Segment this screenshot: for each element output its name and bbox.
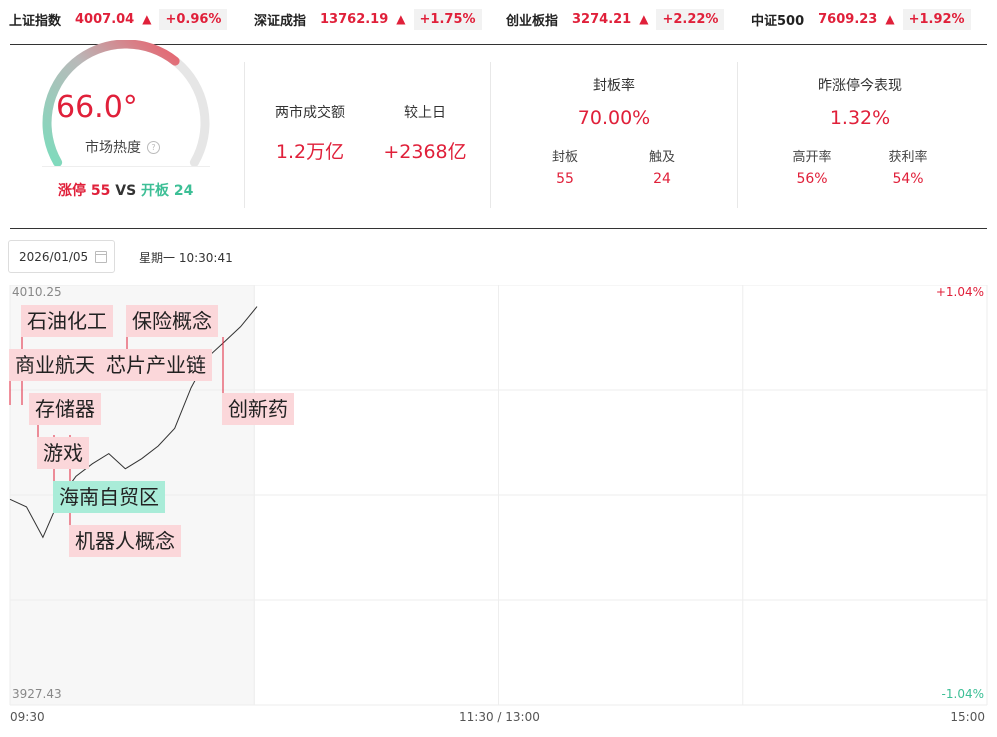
up-arrow-icon: ▲	[142, 12, 152, 26]
index-name: 创业板指	[506, 13, 559, 29]
turnover-label: 两市成交额	[275, 105, 345, 121]
weekday-time: 星期一 10:30:41	[139, 251, 233, 265]
index-name: 中证500	[751, 13, 805, 29]
index-name: 深证成指	[254, 13, 307, 29]
turnover-value: 1.2万亿	[275, 141, 345, 163]
up-arrow-icon: ▲	[396, 12, 406, 26]
index-value: 4007.04	[75, 11, 135, 27]
index-item-zz500[interactable]: 中证500 7609.23 ▲ +1.92%	[751, 7, 971, 31]
sector-tag[interactable]: 存储器	[29, 393, 101, 425]
pct-max-label: +1.04%	[935, 285, 984, 299]
touched-value: 24	[653, 171, 671, 187]
intraday-chart[interactable]: 4010.25 3927.43 +1.04% -1.04% 09:30 11:3…	[0, 285, 997, 737]
pct-min-label: -1.04%	[941, 687, 984, 701]
seal-rate-label: 封板率	[593, 78, 635, 94]
sector-tag[interactable]: 海南自贸区	[53, 481, 165, 513]
divider	[737, 62, 738, 208]
sector-tag[interactable]: 保险概念	[126, 305, 218, 337]
index-change: +2.22%	[656, 8, 725, 30]
heat-value: 66.0°	[56, 90, 138, 125]
index-item-sh[interactable]: 上证指数 4007.04 ▲ +0.96%	[9, 7, 228, 31]
limit-vs-line: 涨停 55 VS 开板 24	[58, 180, 193, 200]
sector-tag[interactable]: 商业航天	[9, 349, 101, 381]
vs-text: VS	[115, 183, 137, 199]
index-bar: 上证指数 4007.04 ▲ +0.96% 深证成指 13762.19 ▲ +1…	[0, 0, 997, 38]
index-name: 上证指数	[9, 13, 62, 29]
sealed-value: 55	[556, 171, 574, 187]
up-arrow-icon: ▲	[639, 12, 649, 26]
y-min-label: 3927.43	[12, 687, 62, 701]
date-value: 2026/01/05	[19, 249, 89, 264]
yesterday-label: 昨涨停今表现	[818, 78, 902, 94]
y-max-label: 4010.25	[12, 285, 62, 299]
divider	[490, 62, 491, 208]
index-change: +1.92%	[902, 8, 971, 30]
divider	[244, 62, 245, 208]
heat-label: 市场热度	[85, 140, 141, 156]
x-tick-start: 09:30	[10, 710, 45, 724]
opened-label: 开板	[141, 183, 170, 199]
index-value: 7609.23	[818, 11, 878, 27]
index-value: 13762.19	[320, 11, 389, 27]
seal-rate-value: 70.00%	[577, 107, 651, 129]
limit-up-count: 55	[90, 183, 111, 199]
index-change: +1.75%	[413, 8, 482, 30]
opened-count: 24	[173, 183, 194, 199]
sealed-label: 封板	[551, 150, 578, 165]
calendar-icon	[95, 250, 108, 263]
sector-tag[interactable]: 石油化工	[21, 305, 113, 337]
sector-tag[interactable]: 游戏	[37, 437, 89, 469]
sector-tag[interactable]: 创新药	[222, 393, 294, 425]
up-arrow-icon: ▲	[885, 12, 895, 26]
index-item-sz[interactable]: 深证成指 13762.19 ▲ +1.75%	[254, 7, 482, 31]
turnover-compare-value: +2368亿	[383, 141, 467, 163]
yesterday-value: 1.32%	[829, 107, 891, 129]
index-value: 3274.21	[572, 11, 632, 27]
help-icon[interactable]: ?	[147, 140, 160, 154]
divider	[42, 166, 210, 167]
heat-label-row: 市场热度 ?	[85, 137, 160, 157]
touched-label: 触及	[648, 150, 675, 165]
high-open-label: 高开率	[792, 150, 832, 165]
sector-tag[interactable]: 机器人概念	[69, 525, 181, 557]
divider	[10, 228, 987, 229]
index-item-cyb[interactable]: 创业板指 3274.21 ▲ +2.22%	[506, 7, 725, 31]
turnover-compare-label: 较上日	[404, 105, 446, 121]
date-picker[interactable]: 2026/01/05	[8, 240, 115, 273]
limit-up-label: 涨停	[58, 183, 86, 199]
x-tick-mid: 11:30 / 13:00	[459, 710, 540, 724]
profit-value: 54%	[892, 171, 924, 187]
sector-tag[interactable]: 芯片产业链	[100, 349, 212, 381]
index-change: +0.96%	[159, 8, 228, 30]
profit-label: 获利率	[888, 150, 928, 165]
x-tick-end: 15:00	[950, 710, 985, 724]
high-open-value: 56%	[796, 171, 828, 187]
